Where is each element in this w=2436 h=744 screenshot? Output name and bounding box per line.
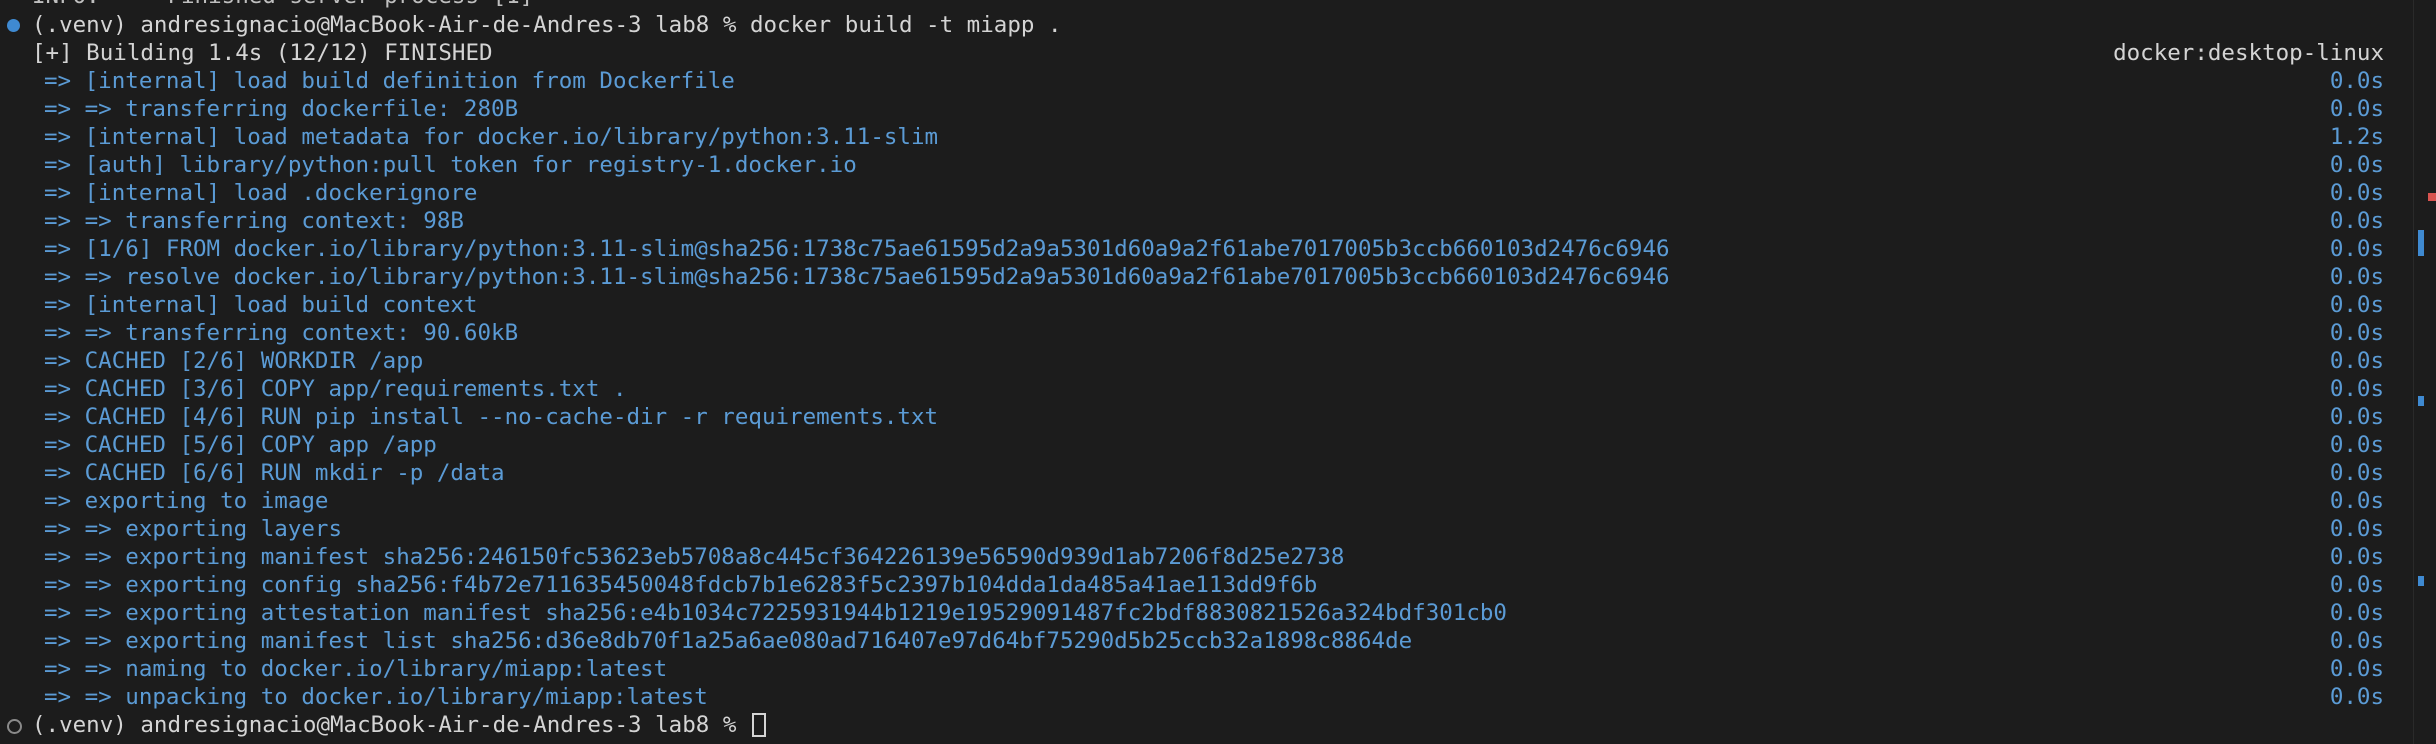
build-step-line: => => exporting manifest list sha256:d36… [44, 628, 1413, 654]
build-step-duration: 0.0s [2329, 208, 2384, 234]
build-step-duration: 0.0s [2329, 488, 2384, 514]
scroll-marker-line [2418, 396, 2424, 406]
build-step-line: => CACHED [6/6] RUN mkdir -p /data [44, 460, 505, 486]
build-step-line: => => exporting config sha256:f4b72e7116… [44, 572, 1318, 598]
build-step-duration: 0.0s [2329, 404, 2384, 430]
build-step-line: => => transferring context: 98B [44, 208, 464, 234]
build-step-duration: 0.0s [2329, 68, 2384, 94]
build-step-line: => exporting to image [44, 488, 329, 514]
previous-output-line: INFO: Finished server process [1] [32, 0, 533, 10]
block-cursor-icon [751, 713, 766, 737]
build-step-duration: 0.0s [2329, 292, 2384, 318]
build-step-duration: 0.0s [2329, 516, 2384, 542]
scroll-marker-line [2418, 230, 2424, 256]
scroll-marker-line [2418, 576, 2424, 586]
build-step-line: => CACHED [3/6] COPY app/requirements.tx… [44, 376, 627, 402]
docker-context-label: docker:desktop-linux [2113, 40, 2384, 66]
build-step-line: => CACHED [5/6] COPY app /app [44, 432, 437, 458]
build-step-line: => [internal] load .dockerignore [44, 180, 478, 206]
build-step-line: => => transferring dockerfile: 280B [44, 96, 519, 122]
build-step-line: => => naming to docker.io/library/miapp:… [44, 656, 668, 682]
build-step-line: => => exporting layers [44, 516, 343, 542]
final-prompt-line[interactable]: (.venv) andresignacio@MacBook-Air-de-And… [32, 711, 766, 739]
build-step-line: => => exporting manifest sha256:246150fc… [44, 544, 1345, 570]
build-step-duration: 0.0s [2329, 264, 2384, 290]
build-step-duration: 0.0s [2329, 684, 2384, 710]
build-step-duration: 0.0s [2329, 376, 2384, 402]
build-status-line: [+] Building 1.4s (12/12) FINISHED [32, 40, 493, 66]
build-step-duration: 0.0s [2329, 152, 2384, 178]
build-step-line: => CACHED [2/6] WORKDIR /app [44, 348, 424, 374]
terminal-view[interactable]: INFO: Finished server process [1] (.venv… [0, 0, 2436, 744]
command-status-icon[interactable] [7, 19, 20, 32]
build-step-line: => CACHED [4/6] RUN pip install --no-cac… [44, 404, 939, 430]
build-step-line: => [1/6] FROM docker.io/library/python:3… [44, 236, 1670, 262]
build-step-line: => [internal] load build definition from… [44, 68, 735, 94]
build-step-duration: 0.0s [2329, 460, 2384, 486]
final-prompt-text: (.venv) andresignacio@MacBook-Air-de-And… [32, 712, 750, 738]
build-step-duration: 0.0s [2329, 432, 2384, 458]
build-step-line: => => unpacking to docker.io/library/mia… [44, 684, 708, 710]
build-step-duration: 0.0s [2329, 628, 2384, 654]
build-step-duration: 0.0s [2329, 348, 2384, 374]
build-step-duration: 0.0s [2329, 572, 2384, 598]
build-step-duration: 0.0s [2329, 600, 2384, 626]
build-step-duration: 0.0s [2329, 656, 2384, 682]
build-step-duration: 0.0s [2329, 236, 2384, 262]
build-step-line: => => transferring context: 90.60kB [44, 320, 519, 346]
build-step-duration: 0.0s [2329, 96, 2384, 122]
prompt-status-icon [7, 719, 22, 734]
scrollbar-overview-ruler[interactable] [2413, 0, 2436, 744]
build-step-line: => [auth] library/python:pull token for … [44, 152, 857, 178]
build-step-line: => [internal] load metadata for docker.i… [44, 124, 939, 150]
build-step-line: => => resolve docker.io/library/python:3… [44, 264, 1670, 290]
build-step-duration: 1.2s [2329, 124, 2384, 150]
build-step-duration: 0.0s [2329, 180, 2384, 206]
build-step-duration: 0.0s [2329, 320, 2384, 346]
build-step-duration: 0.0s [2329, 544, 2384, 570]
command-prompt-line: (.venv) andresignacio@MacBook-Air-de-And… [32, 12, 1062, 38]
build-step-line: => => exporting attestation manifest sha… [44, 600, 1507, 626]
build-step-line: => [internal] load build context [44, 292, 478, 318]
scroll-marker-error [2428, 193, 2436, 201]
